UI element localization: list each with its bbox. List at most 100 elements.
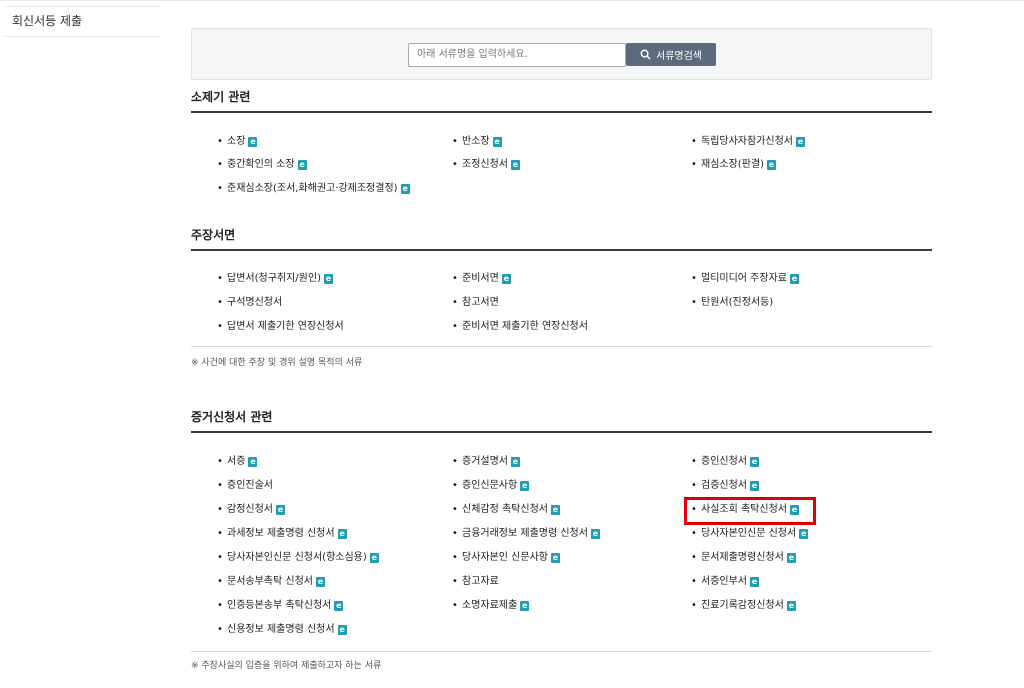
doc-item[interactable]: • 조정신청서 e bbox=[452, 157, 520, 173]
doc-item[interactable]: • 문서제출명령신청서 e bbox=[691, 550, 796, 566]
doc-item[interactable]: • 진료기록감정신청서 e bbox=[691, 598, 796, 614]
doc-item[interactable]: • 답변서 제출기한 연장신청서 bbox=[217, 319, 344, 335]
doc-item-label[interactable]: 신용정보 제출명령 신청서 bbox=[227, 622, 335, 638]
doc-item-label[interactable]: 검증신청서 bbox=[701, 478, 747, 494]
doc-item[interactable]: • 신체감정 촉탁신청서 e bbox=[452, 502, 560, 518]
doc-item-label[interactable]: 참고자료 bbox=[462, 574, 499, 590]
doc-item[interactable]: • 과세정보 제출명령 신청서 e bbox=[217, 526, 347, 542]
doc-item[interactable]: • 중간확인의 소장 e bbox=[217, 157, 307, 173]
doc-item[interactable]: • 문서송부촉탁 신청서 e bbox=[217, 574, 325, 590]
doc-item[interactable]: • 서증인부서 e bbox=[691, 574, 759, 590]
doc-item[interactable]: • 인증등본송부 촉탁신청서 e bbox=[217, 598, 344, 614]
doc-item-label[interactable]: 준비서면 bbox=[462, 271, 499, 287]
doc-item-label[interactable]: 과세정보 제출명령 신청서 bbox=[227, 526, 335, 542]
e-document-icon[interactable]: e bbox=[337, 529, 347, 539]
e-document-icon[interactable]: e bbox=[323, 274, 333, 284]
e-document-icon[interactable]: e bbox=[520, 601, 530, 611]
e-document-icon[interactable]: e bbox=[511, 160, 520, 170]
e-document-icon[interactable]: e bbox=[337, 625, 347, 635]
e-document-icon[interactable]: e bbox=[492, 137, 502, 147]
doc-item[interactable]: • 준비서면 제출기한 연장신청서 bbox=[452, 319, 588, 335]
e-document-icon[interactable]: e bbox=[786, 601, 796, 611]
doc-item-label[interactable]: 답변서 제출기한 연장신청서 bbox=[227, 319, 344, 335]
doc-item-label[interactable]: 참고서면 bbox=[462, 295, 499, 311]
doc-item-label[interactable]: 독립당사자참가신청서 bbox=[701, 134, 793, 150]
doc-item[interactable]: • 소명자료제출 e bbox=[452, 598, 530, 614]
doc-item[interactable]: • 준비서면 e bbox=[452, 271, 511, 287]
doc-item-label[interactable]: 서증 bbox=[227, 454, 245, 470]
doc-item-label[interactable]: 준재심소장(조서,화해권고·강제조정결정) bbox=[227, 181, 398, 197]
doc-item-label[interactable]: 증거설명서 bbox=[462, 454, 508, 470]
e-document-icon[interactable]: e bbox=[315, 577, 325, 587]
doc-item-label[interactable]: 문서송부촉탁 신청서 bbox=[227, 574, 313, 590]
doc-item-label[interactable]: 구석명신청서 bbox=[227, 295, 282, 311]
doc-item-label[interactable]: 준비서면 제출기한 연장신청서 bbox=[462, 319, 588, 335]
e-document-icon[interactable]: e bbox=[400, 184, 410, 194]
e-document-icon[interactable]: e bbox=[550, 505, 560, 515]
doc-item-label[interactable]: 재심소장(판결) bbox=[701, 157, 764, 173]
doc-item[interactable]: • 신용정보 제출명령 신청서 e bbox=[217, 622, 347, 638]
doc-item[interactable]: • 증인신문사항 e bbox=[452, 478, 530, 494]
e-document-icon[interactable]: e bbox=[590, 529, 600, 539]
doc-item-label[interactable]: 중간확인의 소장 bbox=[227, 157, 295, 173]
e-document-icon[interactable]: e bbox=[799, 529, 809, 539]
doc-item[interactable]: • 증인진술서 bbox=[217, 478, 273, 494]
doc-item[interactable]: • 구석명신청서 bbox=[217, 295, 282, 311]
doc-item[interactable]: • 서증 e bbox=[217, 454, 258, 470]
doc-item-label[interactable]: 금융거래정보 제출명령 신청서 bbox=[462, 526, 588, 542]
doc-item-label[interactable]: 서증인부서 bbox=[701, 574, 747, 590]
doc-item[interactable]: • 검증신청서 e bbox=[691, 478, 759, 494]
e-document-icon[interactable]: e bbox=[767, 160, 777, 170]
doc-item-label[interactable]: 반소장 bbox=[462, 134, 490, 150]
e-document-icon[interactable]: e bbox=[276, 505, 285, 515]
doc-item[interactable]: • 당사자본인신문 신청서(항소심용) e bbox=[217, 550, 379, 566]
e-document-icon[interactable]: e bbox=[369, 553, 379, 563]
doc-item[interactable]: • 독립당사자참가신청서 e bbox=[691, 134, 805, 150]
doc-item-label[interactable]: 답변서(청구취지/원인) bbox=[227, 271, 321, 287]
e-document-icon[interactable]: e bbox=[520, 481, 530, 491]
e-document-icon[interactable]: e bbox=[789, 274, 799, 284]
doc-item[interactable]: • 소장 e bbox=[217, 134, 258, 150]
doc-item[interactable]: • 참고자료 bbox=[452, 574, 499, 590]
e-document-icon[interactable]: e bbox=[750, 577, 759, 587]
doc-item-label[interactable]: 당사자본인신문 신청서 bbox=[701, 526, 796, 542]
doc-item-label[interactable]: 진료기록감정신청서 bbox=[701, 598, 784, 614]
e-document-icon[interactable]: e bbox=[501, 274, 511, 284]
doc-item[interactable]: • 당사자본인 신문사항 e bbox=[452, 550, 560, 566]
doc-item-label[interactable]: 증인신청서 bbox=[701, 454, 747, 470]
search-input[interactable] bbox=[408, 43, 626, 67]
doc-item-label[interactable]: 인증등본송부 촉탁신청서 bbox=[227, 598, 331, 614]
e-document-icon[interactable]: e bbox=[511, 457, 520, 467]
e-document-icon[interactable]: e bbox=[248, 137, 258, 147]
doc-item[interactable]: • 탄원서(진정서등) bbox=[691, 295, 773, 311]
doc-item-label[interactable]: 소명자료제출 bbox=[462, 598, 517, 614]
doc-item[interactable]: • 증거설명서 e bbox=[452, 454, 520, 470]
doc-item[interactable]: • 반소장 e bbox=[452, 134, 502, 150]
doc-item[interactable]: • 증인신청서 e bbox=[691, 454, 759, 470]
e-document-icon[interactable]: e bbox=[334, 601, 344, 611]
e-document-icon[interactable]: e bbox=[750, 457, 759, 467]
doc-item-label[interactable]: 조정신청서 bbox=[462, 157, 508, 173]
e-document-icon[interactable]: e bbox=[750, 481, 759, 491]
doc-item-label[interactable]: 멀티미디어 주장자료 bbox=[701, 271, 787, 287]
doc-item[interactable]: • 당사자본인신문 신청서 e bbox=[691, 526, 809, 542]
doc-item[interactable]: • 감정신청서 e bbox=[217, 502, 285, 518]
doc-item-label[interactable]: 신체감정 촉탁신청서 bbox=[462, 502, 548, 518]
doc-item-label[interactable]: 탄원서(진정서등) bbox=[701, 295, 773, 311]
doc-item[interactable]: • 재심소장(판결) e bbox=[691, 157, 777, 173]
doc-item[interactable]: • 멀티미디어 주장자료 e bbox=[691, 271, 799, 287]
doc-item-label[interactable]: 소장 bbox=[227, 134, 245, 150]
doc-item-label[interactable]: 당사자본인신문 신청서(항소심용) bbox=[227, 550, 367, 566]
doc-item[interactable]: • 참고서면 bbox=[452, 295, 499, 311]
doc-item-label[interactable]: 증인신문사항 bbox=[462, 478, 517, 494]
doc-item-label[interactable]: 증인진술서 bbox=[227, 478, 273, 494]
e-document-icon[interactable]: e bbox=[248, 457, 258, 467]
e-document-icon[interactable]: e bbox=[796, 137, 805, 147]
doc-item[interactable]: • 답변서(청구취지/원인) e bbox=[217, 271, 333, 287]
e-document-icon[interactable]: e bbox=[550, 553, 560, 563]
sidebar-item-reply-submit[interactable]: 회신서등 제출 bbox=[5, 6, 160, 37]
e-document-icon[interactable]: e bbox=[297, 160, 307, 170]
doc-item[interactable]: • 준재심소장(조서,화해권고·강제조정결정) e bbox=[217, 181, 410, 197]
doc-item-label[interactable]: 문서제출명령신청서 bbox=[701, 550, 784, 566]
doc-item-label[interactable]: 감정신청서 bbox=[227, 502, 273, 518]
